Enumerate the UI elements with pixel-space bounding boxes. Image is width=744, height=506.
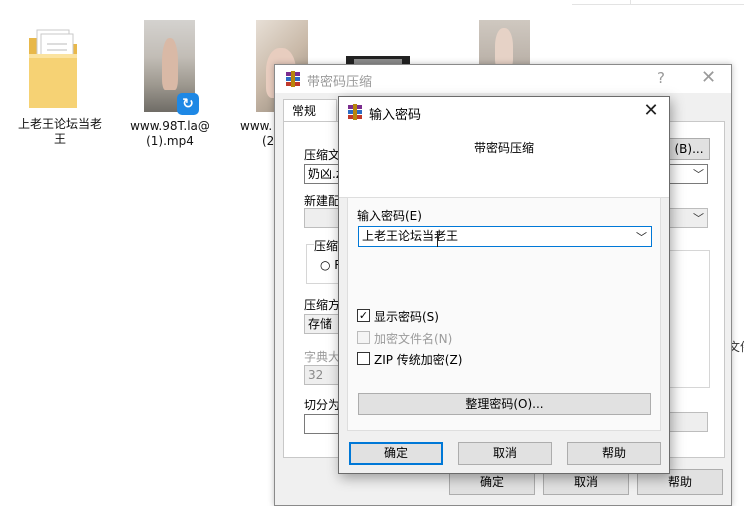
video-thumbnail-4 — [479, 20, 530, 66]
video-label-2: www. (2 — [240, 119, 274, 149]
ok-button[interactable]: 确定 — [349, 442, 443, 465]
video-label-1: www.98T.la@ (1).mp4 — [118, 119, 222, 149]
compress-dialog-title: 带密码压缩 — [307, 75, 373, 90]
explorer-right-divider — [630, 0, 631, 4]
explorer-top-strip — [572, 0, 744, 5]
password-dialog-header: 带密码压缩 — [339, 127, 669, 198]
chevron-down-icon[interactable]: ﹀ — [636, 228, 647, 247]
show-password-label[interactable]: 显示密码(S) — [374, 308, 439, 325]
video-label-1-line1: www.98T.la@ — [130, 119, 210, 133]
chevron-down-icon[interactable]: ﹀ — [693, 210, 704, 227]
archive-name-label: 压缩文 — [304, 148, 341, 162]
help-icon[interactable]: ? — [657, 69, 665, 87]
update-mode-label: 新建配 — [304, 194, 341, 208]
folder-icon — [29, 29, 77, 108]
zip-legacy-checkbox[interactable] — [357, 352, 370, 365]
thumbnail-figure — [495, 28, 513, 66]
encrypt-filenames-label[interactable]: 加密文件名(N) — [374, 330, 452, 347]
password-input[interactable]: 上老王论坛当老王 ﹀ — [358, 226, 652, 247]
show-password-checkbox[interactable]: ✓ — [357, 309, 370, 322]
close-icon[interactable]: ✕ — [701, 67, 716, 88]
thumbnail-figure — [162, 38, 178, 90]
options-group — [664, 250, 710, 388]
dictionary-size-label: 字典大 — [304, 350, 341, 364]
password-dialog-titlebar: 输入密码 ✕ — [339, 97, 669, 127]
password-dialog-title: 输入密码 — [369, 108, 422, 123]
winrar-icon — [348, 104, 362, 120]
dictionary-size-value: 32 — [308, 368, 324, 382]
password-label: 输入密码(E) — [357, 209, 422, 223]
video-label-1-line2: (1).mp4 — [146, 134, 194, 148]
split-volume-label: 切分为 — [304, 398, 341, 412]
help-button[interactable]: 帮助 — [567, 442, 661, 465]
text-cursor — [437, 231, 438, 247]
password-dialog-subtitle: 带密码压缩 — [473, 141, 534, 155]
compress-dialog-titlebar: 带密码压缩 ? ✕ — [275, 65, 731, 93]
chevron-down-icon[interactable]: ﹀ — [693, 166, 704, 183]
tab-general[interactable]: 常规 — [283, 99, 337, 121]
password-value: 上老王论坛当老王 — [362, 229, 459, 243]
organize-passwords-button[interactable]: 整理密码(O)... — [358, 393, 651, 415]
folder-label: 上老王论坛当老 王 — [10, 117, 110, 147]
player-app-icon: ↻ — [177, 93, 199, 115]
options-button[interactable] — [664, 412, 708, 432]
compression-method-value: 存储 — [308, 317, 333, 331]
video-label-2-line1: www. — [240, 119, 273, 133]
folder-label-line1: 上老王论坛当老 — [17, 117, 102, 131]
folder-label-line2: 王 — [53, 132, 66, 146]
close-icon[interactable]: ✕ — [639, 100, 663, 121]
video-label-2-line2: (2 — [262, 134, 275, 148]
zip-legacy-label[interactable]: ZIP 传统加密(Z) — [374, 351, 462, 368]
password-dialog: 输入密码 ✕ 带密码压缩 输入密码(E) 上老王论坛当老王 ﹀ ✓ 显示密码(S… — [338, 96, 670, 474]
compression-method-label: 压缩方 — [304, 298, 341, 312]
encrypt-filenames-checkbox[interactable] — [357, 331, 370, 344]
winrar-icon — [286, 71, 300, 87]
archive-name-value: 奶凶.z — [308, 167, 343, 181]
cancel-button[interactable]: 取消 — [458, 442, 552, 465]
